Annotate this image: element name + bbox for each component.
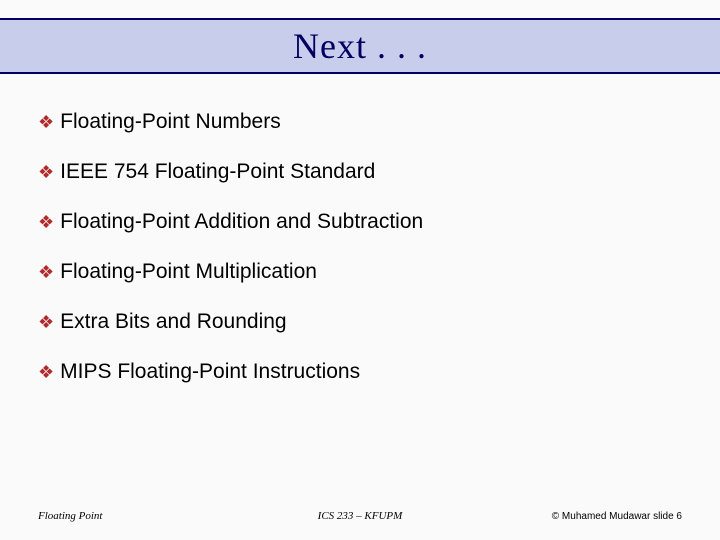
bullet-list: ❖ Floating-Point Numbers ❖ IEEE 754 Floa… xyxy=(38,110,682,410)
bullet-text: Floating-Point Numbers xyxy=(60,110,281,134)
slide-footer: Floating Point ICS 233 – KFUPM © Muhamed… xyxy=(0,506,720,526)
list-item: ❖ Floating-Point Addition and Subtractio… xyxy=(38,210,682,234)
diamond-bullet-icon: ❖ xyxy=(38,310,54,334)
list-item: ❖ MIPS Floating-Point Instructions xyxy=(38,360,682,384)
diamond-bullet-icon: ❖ xyxy=(38,210,54,234)
diamond-bullet-icon: ❖ xyxy=(38,110,54,134)
slide-title: Next . . . xyxy=(293,25,427,67)
title-band: Next . . . xyxy=(0,18,720,74)
bullet-text: Floating-Point Multiplication xyxy=(60,260,317,284)
diamond-bullet-icon: ❖ xyxy=(38,260,54,284)
diamond-bullet-icon: ❖ xyxy=(38,360,54,384)
diamond-bullet-icon: ❖ xyxy=(38,160,54,184)
list-item: ❖ IEEE 754 Floating-Point Standard xyxy=(38,160,682,184)
bullet-text: MIPS Floating-Point Instructions xyxy=(60,360,360,384)
list-item: ❖ Floating-Point Multiplication xyxy=(38,260,682,284)
list-item: ❖ Floating-Point Numbers xyxy=(38,110,682,134)
bullet-text: Extra Bits and Rounding xyxy=(60,310,286,334)
list-item: ❖ Extra Bits and Rounding xyxy=(38,310,682,334)
footer-right: © Muhamed Mudawar slide 6 xyxy=(552,511,682,522)
bullet-text: Floating-Point Addition and Subtraction xyxy=(60,210,423,234)
bullet-text: IEEE 754 Floating-Point Standard xyxy=(60,160,375,184)
